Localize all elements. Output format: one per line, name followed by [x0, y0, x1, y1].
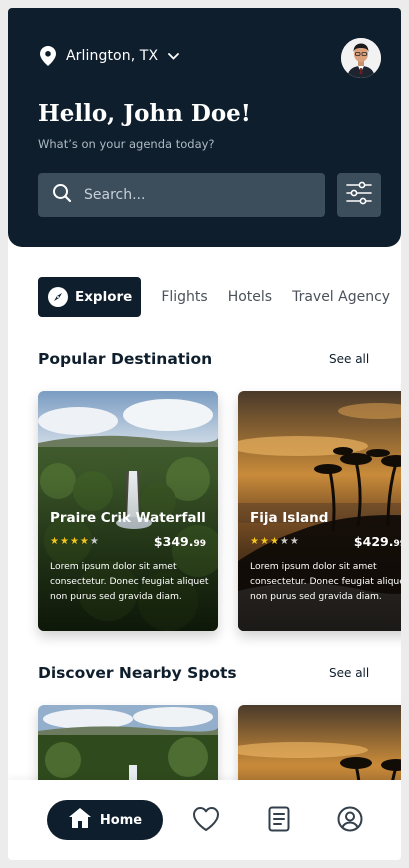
star-filled-icon: ★ — [250, 536, 259, 547]
home-icon — [68, 807, 92, 833]
price-main: $349. — [153, 534, 194, 549]
location-label: Arlington, TX — [66, 48, 159, 64]
star-empty-icon: ★ — [89, 536, 99, 547]
card-title: Fija Island — [250, 510, 329, 526]
tab-label: Explore — [75, 289, 133, 305]
nav-favorites-button[interactable] — [192, 807, 220, 835]
destination-card[interactable]: Fija Island ★★★★★ $429.99 Lorem ipsum do… — [238, 391, 401, 631]
nearby-section-title: Discover Nearby Spots — [38, 664, 237, 682]
document-icon — [268, 806, 290, 836]
bottom-navigation: Home — [8, 780, 401, 860]
destination-card[interactable]: Praire Crik Waterfall ★ ★ ★ ★ ★ $349.99 Lore… — [38, 391, 218, 631]
nav-profile-button[interactable] — [336, 806, 364, 836]
avatar[interactable] — [341, 38, 381, 78]
card-title: Praire Crik Waterfall — [50, 510, 206, 526]
popular-see-all-link[interactable]: See all — [329, 352, 369, 366]
location-selector[interactable]: Arlington, TX — [40, 46, 180, 66]
card-price: $349.99 — [154, 534, 206, 549]
heart-icon — [192, 806, 220, 836]
card-price: $429.99 — [354, 534, 401, 549]
price-main: $429. — [353, 534, 394, 549]
filter-sliders-icon — [346, 181, 372, 209]
phone-screen: Arlington, TX Hello, John Doe! What’s on… — [8, 8, 401, 860]
price-cents: 99 — [393, 539, 401, 549]
search-icon — [52, 183, 72, 207]
nav-bookings-button[interactable] — [265, 806, 293, 836]
star-empty-icon: ★ — [289, 536, 299, 547]
tab-flights[interactable]: Flights — [161, 289, 207, 305]
header: Arlington, TX Hello, John Doe! What’s on… — [8, 8, 401, 247]
star-empty-icon: ★ — [279, 536, 289, 547]
location-pin-icon — [40, 46, 56, 66]
card-description: Lorem ipsum dolor sit amet consectetur. … — [250, 561, 401, 602]
compass-icon — [48, 287, 68, 307]
tab-travel-agency[interactable]: Travel Agency — [292, 289, 390, 305]
greeting-title: Hello, John Doe! — [38, 100, 251, 127]
tab-hotels[interactable]: Hotels — [228, 289, 272, 305]
search-input[interactable] — [84, 187, 304, 203]
star-filled-icon: ★ — [69, 536, 79, 547]
star-filled-icon: ★ — [79, 536, 89, 547]
search-bar[interactable] — [38, 173, 325, 217]
profile-icon — [337, 806, 363, 836]
filter-button[interactable] — [337, 173, 381, 217]
chevron-down-icon — [168, 52, 180, 60]
star-filled-icon: ★ — [50, 536, 59, 547]
rating-stars: ★ ★ ★ ★ ★ — [250, 537, 299, 547]
greeting-subtitle: What’s on your agenda today? — [38, 137, 215, 151]
nav-home-button[interactable]: Home — [47, 800, 163, 840]
card-description: Lorem ipsum dolor sit amet consectetur. … — [50, 561, 209, 602]
star-filled-icon: ★ — [59, 536, 69, 547]
popular-section-title: Popular Destination — [38, 350, 213, 368]
category-tabs: Explore Flights Hotels Travel Agency — [38, 277, 390, 317]
tab-explore[interactable]: Explore — [38, 277, 142, 317]
star-filled-icon: ★ — [259, 536, 269, 547]
nearby-see-all-link[interactable]: See all — [329, 666, 369, 680]
nav-home-label: Home — [99, 812, 143, 828]
price-cents: 99 — [193, 539, 206, 549]
star-filled-icon: ★ — [269, 536, 279, 547]
rating-stars: ★ ★ ★ ★ ★ — [50, 537, 99, 547]
